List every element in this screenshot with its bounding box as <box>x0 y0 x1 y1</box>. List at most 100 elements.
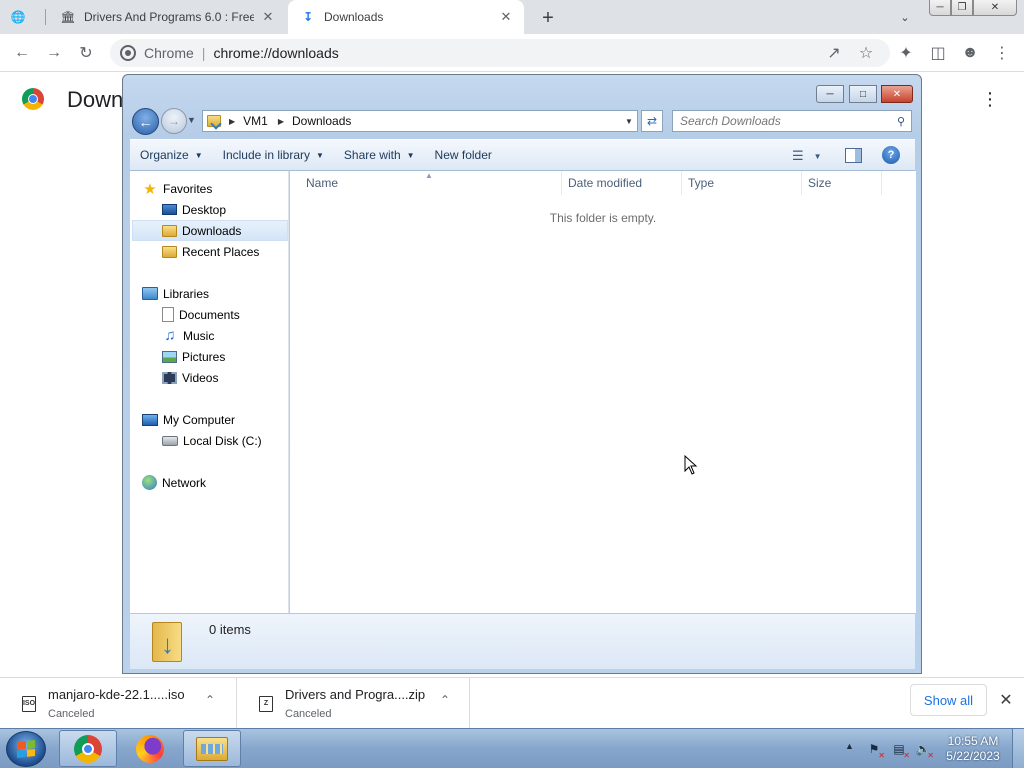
nav-videos[interactable]: Videos <box>162 367 218 388</box>
window-restore-button[interactable]: ❐ <box>951 0 973 16</box>
window-close-button[interactable]: ✕ <box>973 0 1017 16</box>
file-list[interactable]: Name ▲ Date modified Type Size This fold… <box>290 171 916 613</box>
organize-button[interactable]: Organize ▼ <box>130 143 213 167</box>
tab-drivers-and-programs[interactable]: 🏛 Drivers And Programs 6.0 : Free ✕ <box>50 0 286 34</box>
navigation-pane: ★ Favorites Desktop Downloads Recent Pla… <box>130 171 289 613</box>
back-button[interactable]: ← <box>132 108 159 135</box>
download-status: Canceled <box>285 708 332 720</box>
preview-pane-icon[interactable] <box>845 148 862 163</box>
download-shelf: ISO manjaro-kde-22.1.....iso Canceled ⌃ … <box>0 677 1024 729</box>
nav-documents[interactable]: Documents <box>162 304 240 325</box>
breadcrumb-vm1[interactable]: VM1 <box>243 114 268 128</box>
tab-blank[interactable]: 🌐 <box>10 0 40 34</box>
share-with-button[interactable]: Share with ▼ <box>334 143 425 167</box>
file-explorer-icon <box>196 736 228 761</box>
column-date-modified[interactable]: Date modified <box>562 171 682 195</box>
reload-icon[interactable]: ↻ <box>72 39 100 67</box>
libraries-icon <box>142 287 158 300</box>
system-clock[interactable]: 10:55 AM 5/22/2023 <box>940 734 1006 764</box>
tab-downloads[interactable]: ↧ Downloads ✕ <box>288 0 524 34</box>
nav-my-computer[interactable]: My Computer <box>142 409 235 430</box>
breadcrumb-arrow-icon[interactable]: ▶ <box>229 117 235 126</box>
tab-search-chevron-icon[interactable]: ⌄ <box>896 9 914 25</box>
explorer-maximize-button[interactable]: □ <box>849 85 877 103</box>
close-tab-icon[interactable]: ✕ <box>498 9 514 25</box>
close-shelf-icon[interactable]: ✕ <box>996 690 1016 710</box>
nav-local-disk[interactable]: Local Disk (C:) <box>162 430 262 451</box>
forward-button[interactable]: → <box>161 108 187 134</box>
nav-label: Documents <box>179 307 240 322</box>
explorer-minimize-button[interactable]: ─ <box>816 85 844 103</box>
include-in-library-button[interactable]: Include in library ▼ <box>213 143 334 167</box>
show-all-button[interactable]: Show all <box>910 684 987 716</box>
chevron-up-icon[interactable]: ⌃ <box>440 693 450 707</box>
explorer-address-bar[interactable]: ▶ VM1 ▶ Downloads <box>202 110 638 132</box>
new-tab-button[interactable]: + <box>536 6 560 30</box>
back-arrow-icon[interactable]: ← <box>8 39 36 67</box>
start-button[interactable] <box>6 731 46 767</box>
address-dropdown-icon[interactable]: ▼ <box>623 114 635 128</box>
address-omnibox[interactable]: Chrome | chrome://downloads <box>110 39 890 67</box>
chrome-toolbar: ← → ↻ Chrome | chrome://downloads ↗ ☆ ✦ … <box>0 34 1024 72</box>
dropdown-arrow-icon: ▼ <box>316 150 324 160</box>
new-folder-button[interactable]: New folder <box>425 143 502 167</box>
download-filename: Drivers and Progra....zip <box>285 687 426 702</box>
explorer-close-button[interactable]: ✕ <box>881 85 913 103</box>
nav-label: Downloads <box>182 223 242 238</box>
show-desktop-button[interactable] <box>1012 729 1024 768</box>
close-tab-icon[interactable]: ✕ <box>260 9 276 25</box>
taskbar-explorer-button[interactable] <box>183 730 241 767</box>
refresh-button[interactable]: ⇄ <box>641 110 663 132</box>
volume-muted-icon[interactable]: 🔈 <box>915 741 934 760</box>
nav-pictures[interactable]: Pictures <box>162 346 225 367</box>
window-minimize-button[interactable]: ─ <box>929 0 951 16</box>
nav-music[interactable]: ♫ Music <box>162 325 214 346</box>
extensions-puzzle-icon[interactable]: ✦ <box>892 39 920 67</box>
profile-avatar-icon[interactable]: ☻ <box>956 39 984 67</box>
bookmark-star-icon[interactable]: ☆ <box>852 39 880 67</box>
action-center-flag-icon[interactable]: ⚑ <box>866 741 885 760</box>
computer-icon <box>142 413 158 426</box>
column-type[interactable]: Type <box>682 171 802 195</box>
page-more-icon[interactable]: ⋮ <box>980 87 1000 111</box>
side-panel-icon[interactable]: ◫ <box>924 39 952 67</box>
url-text: chrome://downloads <box>213 45 339 61</box>
clock-time: 10:55 AM <box>947 734 999 748</box>
chrome-menu-icon[interactable]: ⋮ <box>988 39 1016 67</box>
nav-network[interactable]: Network <box>142 472 206 493</box>
nav-favorites[interactable]: ★ Favorites <box>142 178 212 199</box>
details-pane: 0 items <box>130 613 915 669</box>
change-view-button[interactable]: ☰ ▼ <box>792 146 832 166</box>
chrome-icon <box>74 734 102 763</box>
download-item[interactable]: ISO manjaro-kde-22.1.....iso Canceled ⌃ <box>0 678 237 729</box>
nav-desktop[interactable]: Desktop <box>162 199 226 220</box>
music-icon: ♫ <box>164 327 176 344</box>
recent-pages-chevron-icon[interactable]: ▼ <box>187 115 196 125</box>
hard-disk-icon <box>162 435 178 446</box>
nav-downloads[interactable]: Downloads <box>132 220 288 241</box>
taskbar-chrome-button[interactable] <box>59 730 117 767</box>
new-folder-label: New folder <box>434 148 492 162</box>
nav-libraries[interactable]: Libraries <box>142 283 209 304</box>
tab-title: Downloads <box>324 10 384 24</box>
tab-separator <box>45 9 46 25</box>
organize-label: Organize <box>140 148 189 162</box>
help-icon[interactable]: ? <box>882 146 900 164</box>
breadcrumb-arrow-icon[interactable]: ▶ <box>278 117 284 126</box>
search-input[interactable]: Search Downloads <box>672 110 912 132</box>
share-icon[interactable]: ↗ <box>820 39 848 67</box>
download-item[interactable]: Z Drivers and Progra....zip Canceled ⌃ <box>237 678 470 729</box>
taskbar-firefox-button[interactable] <box>121 730 179 767</box>
column-header-row: Name ▲ Date modified Type Size <box>290 171 916 195</box>
forward-arrow-icon[interactable]: → <box>40 39 68 67</box>
network-icon <box>142 475 157 490</box>
search-icon[interactable]: ⚲ <box>894 114 908 128</box>
breadcrumb-downloads[interactable]: Downloads <box>292 114 351 128</box>
iso-file-icon: ISO <box>22 695 36 712</box>
nav-label: Music <box>183 328 215 343</box>
chevron-up-icon[interactable]: ⌃ <box>205 693 215 707</box>
network-tray-icon[interactable]: ▤ <box>891 741 910 760</box>
column-size[interactable]: Size <box>802 171 882 195</box>
show-hidden-icons-icon[interactable]: ▲ <box>845 741 854 751</box>
nav-recent-places[interactable]: Recent Places <box>162 241 259 262</box>
